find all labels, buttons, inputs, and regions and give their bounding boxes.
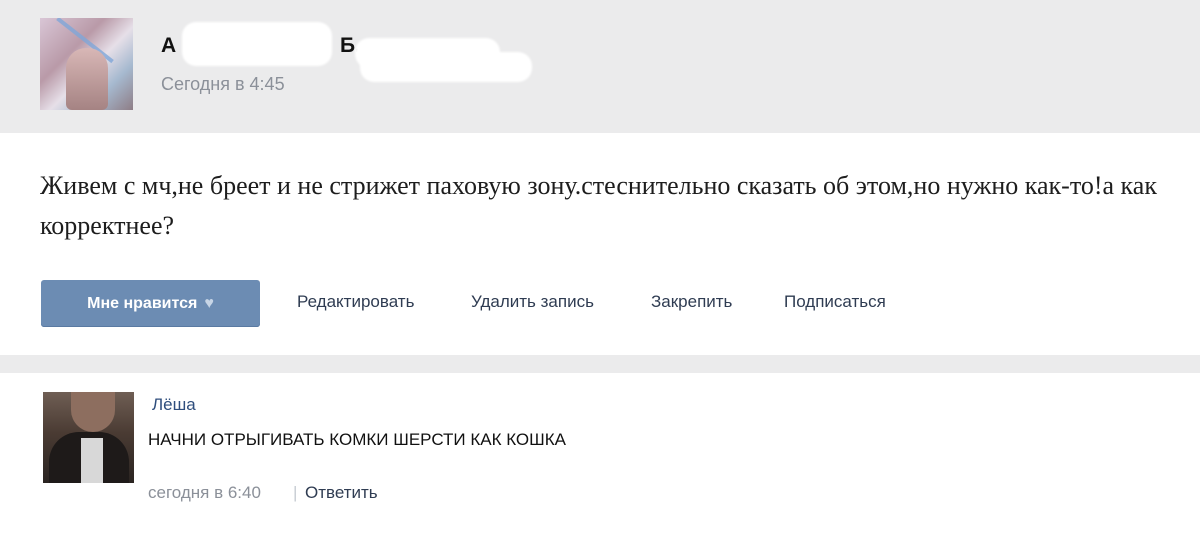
like-label: Мне нравится <box>87 294 198 312</box>
heart-icon: ♥ <box>204 294 214 312</box>
reply-link[interactable]: Ответить <box>305 483 378 503</box>
redaction-mark <box>360 52 532 82</box>
like-button[interactable]: Мне нравится ♥ <box>41 280 260 327</box>
commenter-avatar[interactable] <box>43 392 134 483</box>
pin-post-link[interactable]: Закрепить <box>651 292 732 312</box>
comment-timestamp[interactable]: сегодня в 6:40 <box>148 483 261 503</box>
subscribe-link[interactable]: Подписаться <box>784 292 886 312</box>
section-divider <box>0 355 1200 373</box>
post-body: Живем с мч,не бреет и не стрижет паховую… <box>40 171 1157 240</box>
avatar-face <box>71 392 115 432</box>
avatar-figure <box>66 48 108 110</box>
avatar-shirt <box>81 438 103 483</box>
delete-post-link[interactable]: Удалить запись <box>471 292 594 312</box>
post-timestamp[interactable]: Сегодня в 4:45 <box>161 74 285 95</box>
comment-body: НАЧНИ ОТРЫГИВАТЬ КОМКИ ШЕРСТИ КАК КОШКА <box>148 430 566 449</box>
commenter-name[interactable]: Лёша <box>152 395 196 415</box>
edit-post-link[interactable]: Редактировать <box>297 292 414 312</box>
redaction-mark <box>182 22 332 66</box>
author-name-first[interactable]: А <box>161 34 176 58</box>
comment-separator: | <box>293 483 298 502</box>
post-header <box>0 0 1200 133</box>
author-avatar[interactable] <box>40 18 133 110</box>
